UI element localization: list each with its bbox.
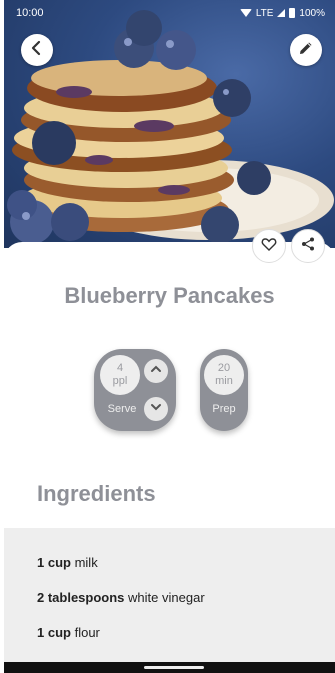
list-item: 2 tablespoons white vinegar [37,590,205,605]
chevron-down-icon [150,400,162,418]
ingredient-name: flour [74,625,100,640]
prep-label: Prep [212,403,236,415]
back-button[interactable] [21,34,53,66]
serve-increase-button[interactable] [144,359,168,383]
prep-unit: min [215,375,233,387]
ingredients-list: 1 cup milk 2 tablespoons white vinegar 1… [4,528,335,673]
recipe-hero-image [4,0,335,248]
heart-icon [261,236,277,257]
system-nav-bar [4,662,335,673]
share-button[interactable] [291,229,325,263]
share-icon [300,236,316,257]
pencil-icon [298,40,314,61]
favorite-button[interactable] [252,229,286,263]
network-label: LTE [255,7,274,19]
serve-control: 4 ppl Serve [94,349,176,431]
battery-level: 100% [299,7,325,19]
ingredient-quantity: 1 cup [37,555,71,570]
status-bar: 10:00 LTE 100% [4,0,335,26]
home-gesture-handle[interactable] [144,666,204,669]
serve-value: 4 [116,362,124,374]
recipe-title: Blueberry Pancakes [64,283,275,308]
ingredient-name: white vinegar [128,590,205,605]
arrow-left-icon [29,40,45,61]
edit-button[interactable] [290,34,322,66]
status-icons: LTE 100% [239,7,325,19]
ingredient-quantity: 2 tablespoons [37,590,125,605]
ingredient-quantity: 1 cup [37,625,71,640]
list-item: 1 cup flour [37,625,100,640]
chevron-up-icon [150,362,162,380]
serve-decrease-button[interactable] [144,397,168,421]
serve-value-circle: 4 ppl [100,355,140,395]
ingredients-heading: Ingredients [37,481,156,506]
wifi-icon [239,9,252,17]
serve-unit: ppl [112,375,128,387]
app-screen: 10:00 LTE 100% Blueberry Pancakes 4 ppl … [4,0,335,673]
prep-control: 20 min Prep [200,349,248,431]
prep-value-circle: 20 min [204,355,244,395]
list-item: 1 cup milk [37,555,98,570]
ingredient-name: milk [74,555,98,570]
prep-value: 20 [217,362,231,374]
signal-icon [277,9,286,17]
battery-icon [289,8,296,18]
status-time: 10:00 [16,7,44,19]
